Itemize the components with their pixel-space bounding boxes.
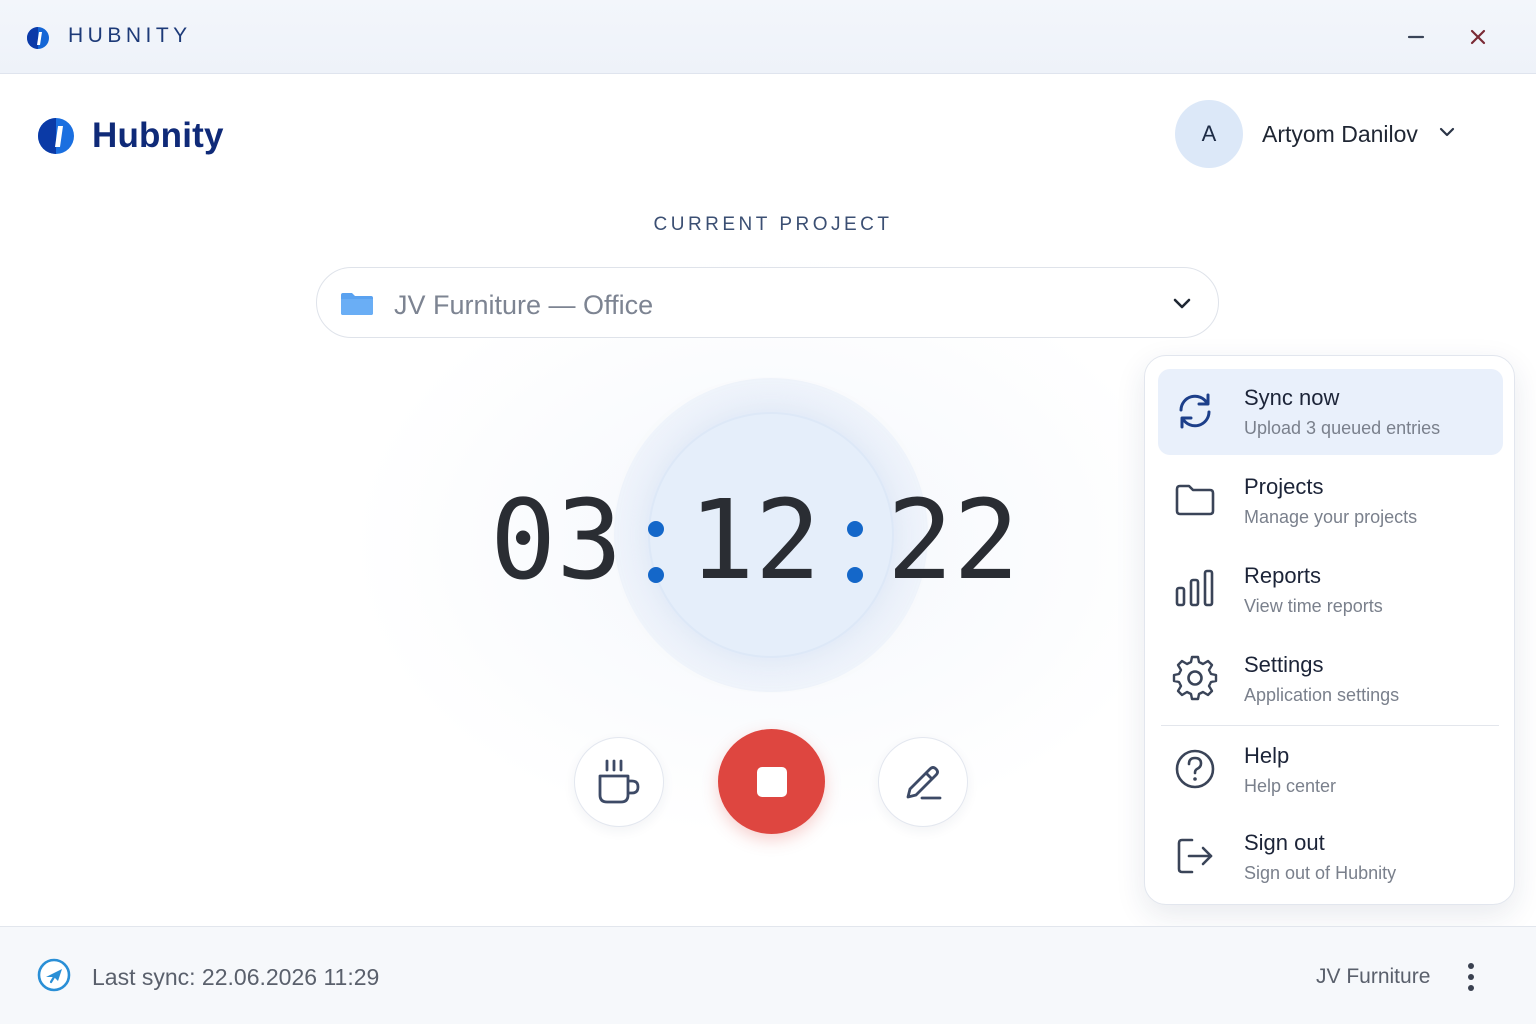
menu-item-reports[interactable]: Reports View time reports (1158, 547, 1503, 633)
chevron-down-icon (1439, 127, 1455, 137)
menu-item-projects[interactable]: Projects Manage your projects (1158, 458, 1503, 544)
hubnity-logo-icon (27, 27, 49, 49)
more-options-button[interactable] (1454, 957, 1488, 997)
company-name: JV Furniture (1316, 965, 1431, 988)
avatar: A (1175, 100, 1243, 168)
hubnity-logo-icon (35, 115, 77, 157)
close-button[interactable] (1460, 20, 1496, 54)
break-button[interactable] (574, 737, 664, 827)
menu-item-sign-out[interactable]: Sign out Sign out of Hubnity (1158, 814, 1503, 900)
menu-item-settings[interactable]: Settings Application settings (1158, 636, 1503, 722)
folder-icon (341, 293, 373, 315)
project-name: JV Furniture — Office (394, 290, 654, 320)
sync-icon (1179, 393, 1211, 429)
menu-item-title: Sign out (1244, 830, 1325, 855)
user-menu[interactable]: A Artyom Danilov (1175, 100, 1456, 168)
coffee-cup-icon (598, 759, 640, 804)
current-project-label: CURRENT PROJECT (653, 214, 893, 235)
menu-item-subtitle: Sign out of Hubnity (1244, 863, 1397, 883)
app-menu: Sync now Upload 3 queued entries Project… (1144, 355, 1515, 905)
folder-icon (1175, 484, 1215, 516)
menu-item-subtitle: Application settings (1244, 685, 1400, 705)
more-vertical-icon (1468, 963, 1474, 991)
gear-icon (1172, 655, 1218, 701)
stop-timer-button[interactable] (718, 729, 825, 834)
window-title: HUBNITY (68, 24, 192, 47)
stop-icon (756, 766, 787, 797)
menu-divider (1161, 725, 1499, 726)
timer-minutes: 12 (688, 476, 821, 604)
chevron-down-icon (1173, 298, 1191, 309)
user-name: Artyom Danilov (1262, 120, 1418, 147)
brand: Hubnity (34, 114, 224, 158)
sync-status-icon (37, 958, 71, 992)
menu-item-sync-now[interactable]: Sync now Upload 3 queued entries (1158, 369, 1503, 455)
menu-item-subtitle: Help center (1244, 776, 1337, 796)
menu-item-help[interactable]: Help Help center (1158, 727, 1503, 813)
menu-item-title: Settings (1244, 652, 1324, 677)
pencil-icon (906, 766, 942, 800)
edit-entry-button[interactable] (878, 737, 968, 827)
menu-item-title: Reports (1244, 563, 1322, 588)
title-bar: HUBNITY (0, 0, 1536, 74)
menu-item-subtitle: Manage your projects (1244, 507, 1418, 527)
project-select[interactable]: JV Furniture — Office (316, 267, 1219, 338)
timer-separator (622, 495, 688, 585)
help-icon (1175, 749, 1215, 789)
menu-item-subtitle: Upload 3 queued entries (1244, 418, 1441, 438)
timer-hours: 03 (490, 476, 623, 604)
minimize-button[interactable] (1398, 20, 1434, 54)
menu-item-title: Projects (1244, 474, 1324, 499)
close-icon (1470, 29, 1486, 45)
minimize-icon (1407, 35, 1425, 39)
timer-seconds: 22 (886, 476, 1020, 604)
menu-item-title: Sync now (1244, 385, 1340, 410)
menu-item-title: Help (1244, 743, 1290, 768)
menu-item-subtitle: View time reports (1244, 596, 1383, 616)
status-bar: Last sync: 22.06.2026 11:29 JV Furniture (0, 926, 1536, 1024)
brand-name: Hubnity (92, 116, 224, 155)
bar-chart-icon (1175, 569, 1214, 607)
timer-display: 03 12 22 (490, 476, 1019, 604)
last-sync-text: Last sync: 22.06.2026 11:29 (92, 964, 380, 990)
timer-separator (821, 495, 887, 585)
sign-out-icon (1177, 838, 1213, 874)
